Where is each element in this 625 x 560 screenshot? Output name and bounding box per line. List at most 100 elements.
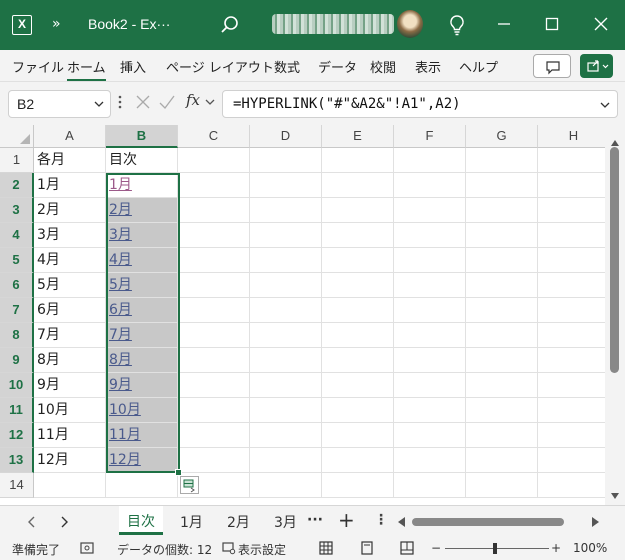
column-header-f[interactable]: F: [394, 125, 466, 148]
cell[interactable]: [538, 398, 605, 423]
row-header[interactable]: 4: [0, 223, 34, 248]
cell[interactable]: 4月: [34, 248, 106, 273]
column-header-b[interactable]: B: [106, 125, 178, 148]
scroll-right-icon[interactable]: [592, 517, 599, 527]
worksheet-grid[interactable]: 各月 目次 1月 1月 2月 2月 3月 3月 4月 4月 5月 5月 6月 6月 7月 7月 8月 8月 9月 9月…: [0, 125, 605, 505]
cell[interactable]: [250, 198, 322, 223]
cell[interactable]: [394, 298, 466, 323]
cell[interactable]: [322, 473, 394, 498]
cell[interactable]: [466, 323, 538, 348]
cell[interactable]: [106, 473, 178, 498]
cell[interactable]: [322, 398, 394, 423]
maximize-icon[interactable]: [540, 12, 564, 36]
cell[interactable]: 1月: [34, 173, 106, 198]
column-header-d[interactable]: D: [250, 125, 322, 148]
row-header[interactable]: 11: [0, 398, 34, 423]
cell[interactable]: [250, 323, 322, 348]
lightbulb-icon[interactable]: [447, 14, 467, 36]
cell[interactable]: [178, 148, 250, 173]
add-sheet-button[interactable]: +: [338, 508, 355, 532]
cell[interactable]: [250, 398, 322, 423]
cell[interactable]: [178, 298, 250, 323]
row-header[interactable]: 5: [0, 248, 34, 273]
cell[interactable]: 9月: [34, 373, 106, 398]
formula-input[interactable]: =HYPERLINK("#"&A2&"!A1",A2): [222, 90, 618, 118]
zoom-in-button[interactable]: +: [551, 541, 561, 555]
tab-help[interactable]: ヘルプ: [459, 57, 498, 76]
quick-analysis-button[interactable]: [180, 476, 199, 494]
cell[interactable]: [466, 148, 538, 173]
cell[interactable]: [538, 448, 605, 473]
more-options-icon[interactable]: [117, 94, 123, 110]
cell[interactable]: [250, 223, 322, 248]
cell[interactable]: [394, 423, 466, 448]
status-count[interactable]: データの個数: 12: [117, 541, 212, 558]
cell[interactable]: [538, 473, 605, 498]
cell[interactable]: [394, 473, 466, 498]
cell[interactable]: [466, 198, 538, 223]
scroll-up-icon[interactable]: [611, 140, 619, 146]
column-header-g[interactable]: G: [466, 125, 538, 148]
sheet-tab-mar[interactable]: 3月: [274, 512, 297, 532]
hyperlink-cell[interactable]: 11月: [106, 423, 178, 448]
cell[interactable]: [538, 298, 605, 323]
avatar[interactable]: [397, 10, 423, 38]
hyperlink-cell[interactable]: 3月: [106, 223, 178, 248]
hyperlink-cell[interactable]: 1月: [106, 173, 178, 198]
quick-access-more-button[interactable]: »: [52, 16, 61, 32]
tab-view[interactable]: 表示: [415, 57, 441, 76]
row-header[interactable]: 6: [0, 273, 34, 298]
horizontal-scroll-thumb[interactable]: [412, 518, 564, 526]
cell[interactable]: [322, 423, 394, 448]
share-button[interactable]: [580, 54, 613, 78]
cell[interactable]: [394, 198, 466, 223]
cell[interactable]: [466, 248, 538, 273]
cell[interactable]: [466, 473, 538, 498]
sheet-options-button[interactable]: ⋮: [374, 512, 388, 528]
cell[interactable]: [538, 198, 605, 223]
cell[interactable]: [250, 273, 322, 298]
cell[interactable]: [394, 173, 466, 198]
display-settings-icon[interactable]: [222, 541, 236, 555]
cell[interactable]: [250, 248, 322, 273]
cell[interactable]: [250, 448, 322, 473]
cell[interactable]: [394, 223, 466, 248]
hyperlink-cell[interactable]: 9月: [106, 373, 178, 398]
cell[interactable]: [538, 423, 605, 448]
comments-button[interactable]: [533, 54, 571, 78]
zoom-slider-knob[interactable]: [493, 543, 497, 554]
cell[interactable]: [538, 323, 605, 348]
cell[interactable]: 2月: [34, 198, 106, 223]
cell[interactable]: 7月: [34, 323, 106, 348]
hyperlink-cell[interactable]: 5月: [106, 273, 178, 298]
cell[interactable]: [322, 248, 394, 273]
cell[interactable]: [250, 373, 322, 398]
cell[interactable]: [466, 348, 538, 373]
cell[interactable]: [322, 173, 394, 198]
zoom-slider[interactable]: [445, 548, 549, 549]
cell[interactable]: [34, 473, 106, 498]
cell[interactable]: [178, 398, 250, 423]
cell[interactable]: [250, 473, 322, 498]
cell[interactable]: [322, 273, 394, 298]
chevron-down-icon[interactable]: [599, 99, 611, 111]
cell[interactable]: [394, 323, 466, 348]
chevron-right-icon[interactable]: [58, 515, 70, 529]
chevron-down-icon[interactable]: [93, 98, 105, 110]
cell[interactable]: 3月: [34, 223, 106, 248]
vertical-scrollbar[interactable]: [605, 125, 625, 505]
tab-formulas[interactable]: 数式: [274, 57, 300, 76]
more-sheets-button[interactable]: ···: [307, 512, 323, 528]
hyperlink-cell[interactable]: 10月: [106, 398, 178, 423]
scroll-left-icon[interactable]: [398, 517, 405, 527]
cell[interactable]: 12月: [34, 448, 106, 473]
cell[interactable]: [322, 348, 394, 373]
account-name[interactable]: [272, 14, 394, 34]
cell[interactable]: [538, 273, 605, 298]
hyperlink-cell[interactable]: 12月: [106, 448, 178, 473]
cell[interactable]: [322, 448, 394, 473]
cell[interactable]: [178, 348, 250, 373]
cell[interactable]: [538, 173, 605, 198]
chevron-down-icon[interactable]: [204, 96, 216, 108]
column-header-c[interactable]: C: [178, 125, 250, 148]
